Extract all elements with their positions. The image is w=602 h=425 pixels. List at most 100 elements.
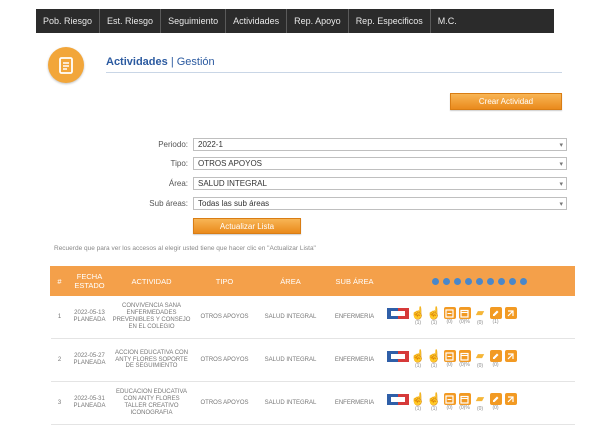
hand-pointer-icon[interactable]: ☝ — [427, 349, 442, 363]
tab-est-riesgo[interactable]: Est. Riesgo — [100, 9, 162, 33]
hand-pointer-icon[interactable]: ☝ — [427, 392, 442, 406]
activities-table: # FECHA ESTADO ACTIVIDAD TIPO ÁREA SUB Á… — [50, 266, 575, 425]
cell-subarea: ENFERMERIA — [324, 295, 385, 339]
flag-icon[interactable] — [386, 350, 409, 363]
table-header-row: # FECHA ESTADO ACTIVIDAD TIPO ÁREA SUB Á… — [50, 266, 575, 296]
hand-pointer-icon[interactable]: ☝ — [427, 306, 442, 320]
document-icon[interactable] — [443, 350, 456, 362]
folder-icon[interactable]: ▰ — [474, 307, 487, 320]
flag-icon[interactable] — [386, 393, 409, 406]
count-label: (1) — [430, 406, 438, 412]
tab-rep-especificos[interactable]: Rep. Especificos — [349, 9, 431, 33]
info-dot-icon — [520, 278, 528, 286]
count-label: (1) — [414, 406, 422, 412]
flag-icon[interactable] — [386, 307, 409, 320]
header-divider — [106, 72, 562, 73]
subarea-label: Sub áreas: — [149, 199, 188, 208]
cell-tipo: OTROS APOYOS — [192, 338, 257, 382]
info-dot-icon — [431, 278, 439, 286]
periodo-value: 2022-1 — [198, 140, 223, 149]
create-activity-button[interactable]: Crear Actividad — [450, 93, 562, 110]
info-dot-icon — [464, 278, 472, 286]
edit-icon[interactable] — [489, 350, 502, 362]
cell-tipo: OTROS APOYOS — [192, 381, 257, 425]
document-icon[interactable] — [443, 307, 456, 319]
info-dot-icon — [476, 278, 483, 286]
update-list-button[interactable]: Actualizar Lista — [193, 218, 301, 234]
chevron-down-icon: ▾ — [559, 200, 563, 208]
tab-rep-apoyo[interactable]: Rep. Apoyo — [287, 9, 349, 33]
folder-icon[interactable]: ▰ — [474, 393, 487, 406]
calendar-icon[interactable] — [458, 393, 471, 405]
tab-seguimiento[interactable]: Seguimiento — [161, 9, 227, 33]
cell-num: 3 — [50, 381, 69, 425]
cell-fecha: 2022-05-27 PLANEADA — [68, 338, 111, 382]
tipo-label: Tipo: — [170, 159, 189, 168]
folder-icon[interactable]: ▰ — [474, 350, 487, 363]
info-dot-icon — [498, 278, 506, 286]
count-label: (0) — [446, 405, 453, 411]
cell-actividad: CONVIVENCIA SANA ENFERMEDADES PREVENIBLE… — [110, 295, 193, 339]
cell-fecha: 2022-05-31 PLANEADA — [68, 381, 111, 425]
calendar-icon[interactable] — [458, 350, 471, 362]
cell-actividad: EDUCACION EDUCATIVA CON ANTY FLORES TALL… — [110, 381, 193, 425]
activities-icon — [48, 47, 84, 83]
subarea-select[interactable]: Todas las sub áreas ▾ — [193, 197, 567, 210]
document-icon[interactable] — [443, 393, 456, 405]
chevron-down-icon: ▾ — [559, 180, 563, 188]
calendar-icon[interactable] — [458, 307, 471, 319]
edit-icon[interactable] — [489, 393, 502, 405]
tab-mc[interactable]: M.C. — [431, 9, 464, 33]
col-subarea[interactable]: SUB ÁREA — [324, 266, 385, 296]
hand-pointer-icon[interactable]: ☝ — [411, 306, 426, 320]
area-select[interactable]: SALUD INTEGRAL ▾ — [193, 177, 567, 190]
cell-actions: ☝ (1) ☝ (1) (0) (0)% — [384, 381, 575, 425]
count-label: (1) — [430, 363, 438, 369]
col-tipo[interactable]: TIPO — [192, 266, 257, 296]
cell-fecha: 2022-05-13 PLANEADA — [68, 295, 111, 339]
cell-actions: ☝ (1) ☝ (1) (0) (0)% — [384, 295, 575, 339]
count-label: (0) — [476, 406, 484, 412]
hand-pointer-icon[interactable]: ☝ — [411, 392, 426, 406]
count-label: (0) — [492, 362, 499, 368]
edit-icon[interactable] — [489, 307, 502, 319]
hand-pointer-icon[interactable]: ☝ — [411, 349, 426, 363]
top-nav: Pob. Riesgo Est. Riesgo Seguimiento Acti… — [36, 9, 554, 33]
info-dot-icon — [509, 278, 517, 286]
count-label: (0) — [446, 319, 453, 325]
export-icon[interactable] — [504, 393, 517, 405]
cell-area: SALUD INTEGRAL — [256, 295, 325, 339]
cell-actions: ☝ (1) ☝ (1) (0) (0)% — [384, 338, 575, 382]
table-row: 1 2022-05-13 PLANEADA CONVIVENCIA SANA E… — [50, 295, 575, 339]
export-icon[interactable] — [504, 350, 517, 362]
tab-pob-riesgo[interactable]: Pob. Riesgo — [36, 9, 101, 33]
chevron-down-icon: ▾ — [559, 160, 563, 168]
count-label: (1) — [414, 320, 422, 326]
tipo-select[interactable]: OTROS APOYOS ▾ — [193, 157, 567, 170]
col-num: # — [50, 266, 69, 296]
table-row: 2 2022-05-27 PLANEADA ACCION EDUCATIVA C… — [50, 338, 575, 382]
tipo-value: OTROS APOYOS — [198, 159, 263, 168]
cell-subarea: ENFERMERIA — [324, 381, 385, 425]
page-title-separator: | — [170, 56, 174, 68]
count-label: (1) — [414, 363, 422, 369]
count-label: (0) — [476, 320, 484, 326]
cell-tipo: OTROS APOYOS — [192, 295, 257, 339]
subarea-value: Todas las sub áreas — [198, 199, 270, 208]
count-label: (1) — [430, 320, 438, 326]
periodo-select[interactable]: 2022-1 ▾ — [193, 138, 567, 151]
table-row: 3 2022-05-31 PLANEADA EDUCACION EDUCATIV… — [50, 381, 575, 425]
tab-actividades[interactable]: Actividades — [226, 9, 288, 33]
chevron-down-icon: ▾ — [559, 141, 563, 149]
page-title-sub: Gestión — [176, 56, 215, 68]
cell-actividad: ACCION EDUCATIVA CON ANTY FLORES SOPORTE… — [110, 338, 193, 382]
periodo-label: Periodo: — [158, 140, 188, 149]
count-label: (0)% — [459, 362, 470, 368]
export-icon[interactable] — [504, 307, 517, 319]
area-label: Área: — [168, 179, 188, 188]
cell-subarea: ENFERMERIA — [324, 338, 385, 382]
col-area[interactable]: ÁREA — [256, 266, 325, 296]
col-fecha[interactable]: FECHA ESTADO — [68, 266, 111, 296]
col-actividad[interactable]: ACTIVIDAD — [110, 266, 193, 296]
count-label: (0)% — [459, 319, 470, 325]
